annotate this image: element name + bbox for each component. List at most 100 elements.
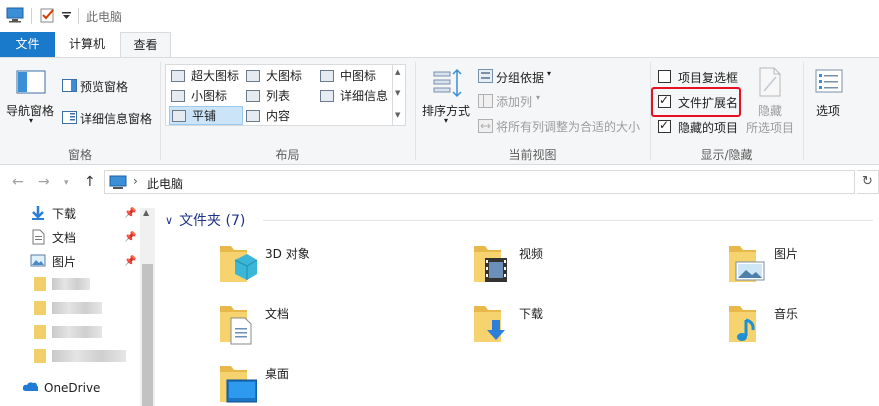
details-icon — [320, 89, 334, 102]
folder-3d-objects[interactable]: 3D 对象 — [217, 242, 457, 294]
layout-gallery-scroll[interactable]: ▲ ▼ ▼ — [393, 64, 406, 126]
up-arrow-icon[interactable]: ↑ — [84, 174, 96, 190]
group-by-icon — [478, 69, 493, 83]
layout-item-label: 平铺 — [192, 109, 217, 123]
title-separator — [78, 8, 79, 24]
folder-desktop[interactable]: 桌面 — [217, 362, 457, 406]
layout-tiles[interactable]: 平铺 — [169, 106, 243, 125]
layout-item-label: 超大图标 — [191, 69, 240, 83]
large-icons-icon — [246, 69, 260, 82]
list-icon — [246, 89, 260, 102]
fit-columns-button[interactable]: 将所有列调整为合适的大小 — [496, 118, 640, 135]
details-pane-button[interactable]: 详细信息窗格 — [80, 110, 152, 127]
computer-icon[interactable] — [6, 7, 24, 23]
folder-icon — [34, 325, 46, 339]
nav-item-onedrive[interactable]: OneDrive — [22, 378, 100, 398]
blurred-folder-name[interactable] — [52, 302, 102, 314]
navigation-pane-scrollbar[interactable]: ▲ — [140, 208, 155, 406]
folder-label: 音乐 — [774, 307, 799, 321]
layout-large-icons[interactable]: 大图标 — [246, 66, 302, 85]
pin-icon[interactable]: 📌 — [124, 208, 136, 219]
download-arrow-icon — [32, 206, 44, 220]
layout-details[interactable]: 详细信息 — [320, 86, 388, 105]
chevron-down-icon[interactable]: ▾ — [29, 116, 33, 125]
blurred-folder-name[interactable] — [52, 350, 126, 362]
breadcrumb-chevron-icon[interactable]: › — [133, 174, 138, 188]
folder-pictures[interactable]: 图片 — [726, 242, 879, 294]
navigation-bar: ← → ▾ ↑ › 此电脑 ↻ — [0, 165, 879, 200]
layout-medium-icons[interactable]: 中图标 — [320, 66, 376, 85]
layout-item-label: 大图标 — [266, 69, 303, 83]
refresh-icon[interactable]: ↻ — [857, 170, 879, 194]
back-arrow-icon[interactable]: ← — [12, 174, 24, 190]
chevron-up-icon[interactable]: ▲ — [143, 208, 149, 217]
add-column-button[interactable]: 添加列 — [496, 93, 532, 110]
hidden-items-checkbox[interactable] — [658, 118, 671, 133]
nav-item-documents[interactable]: 文档 — [30, 227, 76, 247]
group-separator — [803, 62, 804, 160]
nav-item-pictures[interactable]: 图片 — [30, 251, 76, 271]
documents-folder-icon — [220, 306, 252, 345]
blurred-folder-name[interactable] — [52, 326, 102, 338]
sort-by-icon — [433, 68, 462, 98]
options-button[interactable]: 选项 — [816, 102, 840, 119]
recent-locations-chevron-icon[interactable]: ▾ — [64, 178, 69, 188]
current-view-group-label: 当前视图 — [508, 148, 557, 162]
content-icon — [246, 109, 260, 122]
address-path[interactable]: 此电脑 — [147, 175, 183, 192]
preview-pane-button[interactable]: 预览窗格 — [80, 78, 128, 95]
hidden-items-label[interactable]: 隐藏的项目 — [678, 119, 738, 136]
quick-access-dropdown-icon[interactable] — [62, 12, 71, 20]
more-icon[interactable]: ▼ — [395, 111, 400, 119]
pin-icon[interactable]: 📌 — [124, 256, 136, 267]
address-bar[interactable]: › 此电脑 — [104, 170, 855, 194]
title-bar: 此电脑 — [0, 0, 879, 32]
tab-computer[interactable]: 计算机 — [56, 32, 118, 57]
nav-item-label: 下载 — [52, 206, 77, 221]
folders-section-header[interactable]: ∨ 文件夹 (7) — [165, 210, 245, 230]
blurred-folder-name[interactable] — [52, 278, 90, 290]
computer-icon — [109, 175, 127, 189]
folder-music[interactable]: 音乐 — [726, 302, 879, 354]
chevron-down-icon[interactable]: ▾ — [536, 93, 540, 102]
downloads-folder-icon — [474, 306, 505, 342]
chevron-down-icon[interactable]: ▾ — [547, 69, 551, 78]
layout-list[interactable]: 列表 — [246, 86, 290, 105]
fit-columns-icon — [478, 119, 493, 133]
item-checkboxes-label[interactable]: 项目复选框 — [678, 69, 738, 86]
pin-icon[interactable]: 📌 — [124, 232, 136, 243]
hide-selected-label[interactable]: 隐藏 — [758, 102, 782, 119]
navigation-pane-icon — [16, 70, 46, 94]
folder-videos[interactable]: 视频 — [471, 242, 711, 294]
tab-file[interactable]: 文件 — [0, 32, 55, 57]
chevron-down-icon[interactable]: ∨ — [165, 214, 173, 227]
picture-icon — [30, 254, 46, 267]
folder-downloads[interactable]: 下载 — [471, 302, 711, 354]
file-extensions-highlight — [651, 87, 741, 117]
selected-items-label[interactable]: 所选项目 — [746, 119, 794, 136]
medium-icons-icon — [320, 69, 334, 82]
file-list: ∨ 文件夹 (7) 3D 对象 视频 图片 文档 下载 音乐 桌面 — [155, 200, 879, 406]
nav-item-downloads[interactable]: 下载 — [30, 203, 76, 223]
forward-arrow-icon[interactable]: → — [38, 174, 50, 190]
folder-label: 图片 — [774, 247, 799, 261]
layout-item-label: 中图标 — [340, 69, 377, 83]
folder-documents[interactable]: 文档 — [217, 302, 457, 354]
folder-icon — [34, 301, 46, 315]
item-checkboxes-checkbox[interactable] — [658, 70, 671, 83]
group-by-button[interactable]: 分组依据 — [496, 69, 544, 86]
chevron-up-icon[interactable]: ▲ — [395, 68, 400, 76]
tab-view[interactable]: 查看 — [120, 32, 171, 58]
nav-item-label: OneDrive — [44, 381, 101, 395]
layout-small-icons[interactable]: 小图标 — [171, 86, 227, 105]
scrollbar-thumb[interactable] — [142, 264, 153, 406]
layout-gallery: 超大图标 大图标 中图标 小图标 列表 详细信息 平铺 内容 — [165, 64, 393, 126]
title-separator — [31, 8, 32, 24]
properties-check-icon[interactable] — [40, 7, 56, 23]
small-icons-icon — [171, 89, 185, 102]
folder-icon — [34, 349, 46, 363]
chevron-down-icon[interactable]: ▼ — [395, 89, 400, 97]
layout-extra-large-icons[interactable]: 超大图标 — [171, 66, 239, 85]
chevron-down-icon[interactable]: ▾ — [444, 116, 448, 125]
layout-content[interactable]: 内容 — [246, 106, 290, 125]
